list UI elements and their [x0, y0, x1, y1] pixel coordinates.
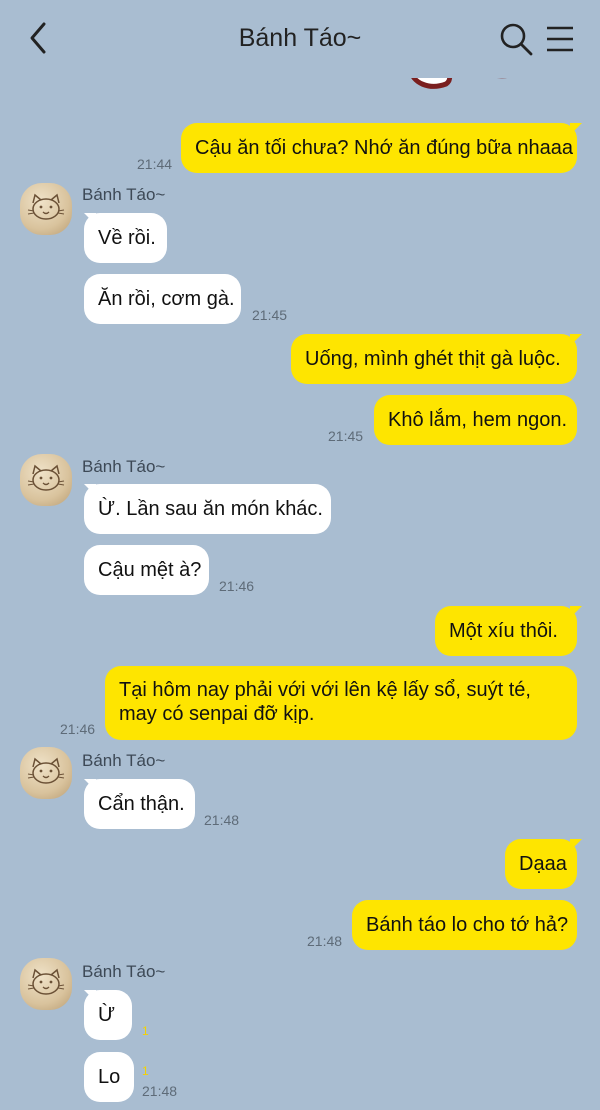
message-text: Ừ	[98, 1004, 116, 1026]
unread-count: 1	[142, 1024, 149, 1038]
my-message-bubble[interactable]: Bánh táo lo cho tớ hả?	[352, 900, 577, 950]
message-time: 21:44	[137, 156, 173, 172]
message-time: 21:45	[252, 307, 288, 323]
message-text: Ăn rồi, cơm gà.	[98, 288, 235, 310]
message-time: 21:48	[142, 1083, 178, 1099]
message-time: 21:45	[328, 428, 364, 444]
their-message-bubble[interactable]: Cậu mệt à?	[84, 545, 209, 595]
message-time: 21:46	[219, 578, 255, 594]
my-message-bubble[interactable]: Tại hôm nay phải với với lên kệ lấy sổ, …	[105, 666, 577, 740]
cat-face-icon	[27, 193, 65, 220]
message-time: 21:48	[204, 812, 240, 828]
message-text: Cậu ăn tối chưa? Nhớ ăn đúng bữa nhaaa	[195, 137, 573, 159]
my-message-bubble[interactable]: Dạaa	[505, 839, 577, 889]
message-text: Uống, mình ghét thịt gà luộc.	[305, 348, 561, 370]
sender-name: Bánh Táo~	[82, 457, 166, 476]
cat-face-icon	[27, 757, 65, 784]
message-time: 21:46	[60, 721, 96, 737]
their-message-bubble[interactable]: Ừ	[84, 990, 132, 1040]
avatar[interactable]	[20, 183, 72, 235]
search-icon[interactable]	[499, 22, 533, 56]
cat-face-icon	[27, 464, 65, 491]
bubble-tail	[570, 334, 582, 346]
their-message-bubble[interactable]: Ăn rồi, cơm gà.	[84, 274, 241, 324]
message-text: Cậu mệt à?	[98, 559, 202, 581]
message-text: Về rồi.	[98, 227, 156, 249]
their-message-bubble[interactable]: Về rồi.	[84, 213, 167, 263]
message-text: Bánh táo lo cho tớ hả?	[366, 914, 569, 936]
my-message-bubble[interactable]: Cậu ăn tối chưa? Nhớ ăn đúng bữa nhaaa	[181, 123, 577, 173]
unread-count: 1	[142, 1064, 149, 1078]
avatar[interactable]	[20, 747, 72, 799]
sender-name: Bánh Táo~	[82, 962, 166, 981]
message-time: 21:48	[307, 933, 343, 949]
their-message-bubble[interactable]: Ừ. Lần sau ăn món khác.	[84, 484, 331, 534]
avatar[interactable]	[20, 958, 72, 1010]
bubble-tail	[570, 839, 582, 851]
my-message-bubble[interactable]: Khô lắm, hem ngon.	[374, 395, 577, 445]
message-text: Tại hôm nay phải với với lên kệ lấy sổ, …	[119, 679, 531, 725]
sender-name: Bánh Táo~	[82, 185, 166, 204]
my-message-bubble[interactable]: Một xíu thôi.	[435, 606, 577, 656]
message-text: Ừ. Lần sau ăn món khác.	[98, 498, 323, 520]
message-text: Khô lắm, hem ngon.	[388, 409, 567, 431]
menu-icon[interactable]	[545, 24, 575, 54]
message-text: Một xíu thôi.	[449, 620, 558, 642]
my-message-bubble[interactable]: Uống, mình ghét thịt gà luộc.	[291, 334, 577, 384]
cat-face-icon	[27, 968, 65, 995]
bubble-tail	[570, 606, 582, 618]
avatar[interactable]	[20, 454, 72, 506]
bubble-tail	[570, 123, 582, 135]
chat-header: Bánh Táo~	[0, 0, 600, 78]
their-message-bubble[interactable]: Cẩn thận.	[84, 779, 195, 829]
message-text: Cẩn thận.	[98, 793, 185, 815]
their-message-bubble[interactable]: Lo	[84, 1052, 134, 1102]
message-text: Lo	[98, 1066, 121, 1088]
message-text: Dạaa	[519, 853, 567, 875]
sender-name: Bánh Táo~	[82, 751, 166, 770]
